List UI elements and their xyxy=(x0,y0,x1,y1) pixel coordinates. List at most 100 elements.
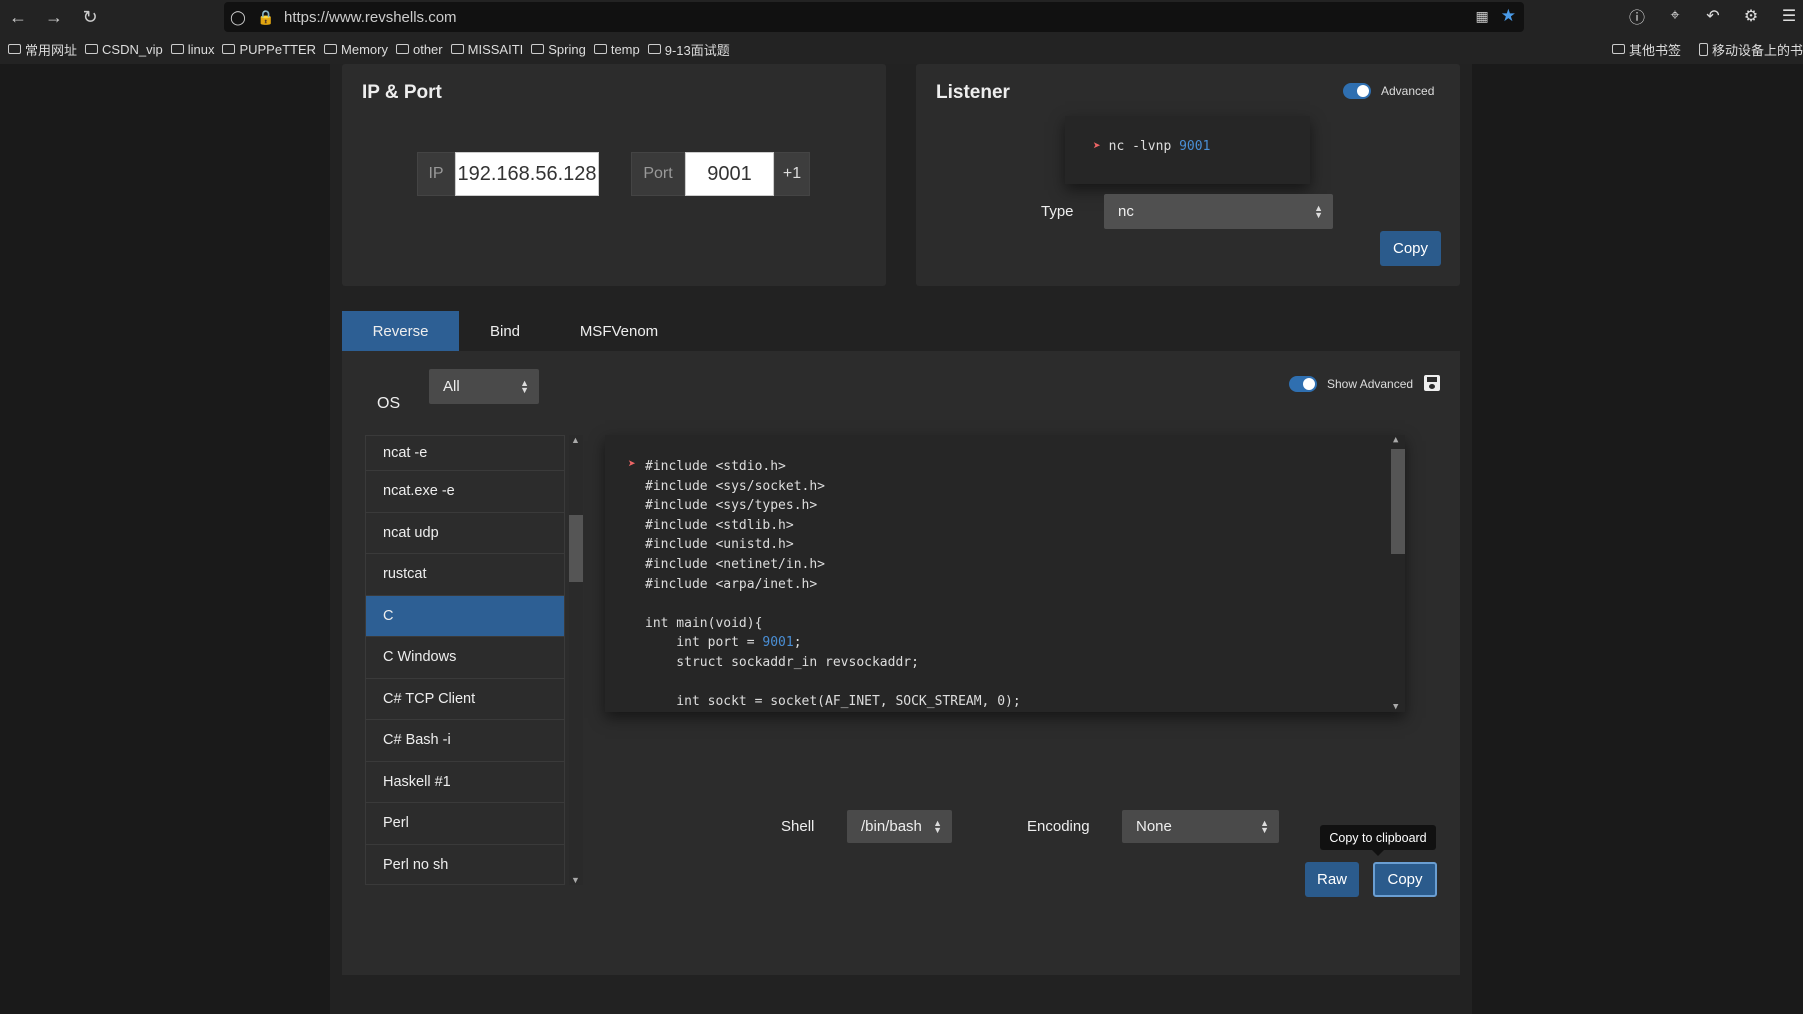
address-bar[interactable]: ◯ 🔒 https://www.revshells.com ▦ ★ xyxy=(224,2,1524,32)
list-item[interactable]: Haskell #1 xyxy=(366,761,564,803)
bookmark-folder[interactable]: linux xyxy=(170,41,215,57)
bookmark-folder[interactable]: Memory xyxy=(324,42,388,57)
port-input[interactable]: 9001 xyxy=(685,152,774,196)
code-line: #include <unistd.h> xyxy=(645,537,794,553)
chevron-updown-icon: ▲ ▼ xyxy=(520,377,529,395)
reverse-panel: OS All ▲ ▼ Show Advanced ncat -e ncat.exe… xyxy=(342,351,1460,975)
bookmark-folder[interactable]: CSDN_vip xyxy=(85,42,163,57)
tab-msfvenom[interactable]: MSFVenom xyxy=(551,311,687,351)
os-label: OS xyxy=(377,395,401,412)
bookmark-label: 常用网址 xyxy=(25,42,78,58)
bookmark-folder[interactable]: MISSAITI xyxy=(450,42,523,57)
code-line: int port = xyxy=(645,635,763,651)
bookmark-star-icon[interactable]: ★ xyxy=(1501,6,1516,26)
scroll-up-icon[interactable]: ▲ xyxy=(571,435,580,445)
tab-reverse[interactable]: Reverse xyxy=(342,311,459,351)
menu-icon[interactable]: ☰ xyxy=(1779,6,1799,26)
url-text[interactable]: https://www.revshells.com xyxy=(284,9,457,26)
listener-copy-button[interactable]: Copy xyxy=(1380,231,1441,266)
back-icon[interactable]: ← xyxy=(0,0,36,34)
scroll-up-icon[interactable]: ▲ xyxy=(1393,435,1398,445)
os-select[interactable]: All ▲ ▼ xyxy=(429,369,539,404)
bookmark-folder[interactable]: PUPPeTTER xyxy=(222,42,316,57)
undo-icon[interactable]: ↶ xyxy=(1703,6,1723,26)
code-scroll-thumb[interactable] xyxy=(1391,449,1405,554)
port-input-group: Port 9001 +1 xyxy=(631,152,810,196)
ip-input[interactable]: 192.168.56.128 xyxy=(455,152,599,196)
list-scrollbar[interactable]: ▲ ▼ xyxy=(569,435,583,885)
raw-button[interactable]: Raw xyxy=(1305,862,1359,897)
shell-label: Shell xyxy=(781,818,815,835)
show-advanced-toggle[interactable] xyxy=(1289,376,1317,392)
shell-select[interactable]: /bin/bash ▲ ▼ xyxy=(847,810,952,843)
code-line: #include <stdio.h> xyxy=(645,459,786,474)
ip-input-group: IP 192.168.56.128 xyxy=(417,152,599,196)
bookmark-folder[interactable]: other xyxy=(395,41,443,57)
listener-command[interactable]: nc -lvnp xyxy=(1109,139,1179,154)
list-item[interactable]: ncat.exe -e xyxy=(366,471,564,513)
crop-icon[interactable]: ⌖ xyxy=(1665,7,1685,25)
advanced-toggle[interactable] xyxy=(1343,83,1371,99)
save-icon[interactable] xyxy=(1424,375,1440,391)
chevron-updown-icon: ▲ ▼ xyxy=(1314,202,1323,220)
browser-toolbar: ← → ↻ ◯ 🔒 https://www.revshells.com ▦ ★ … xyxy=(0,0,1803,34)
bookmark-folder[interactable]: Spring xyxy=(531,42,586,57)
ip-port-title: IP & Port xyxy=(362,82,442,103)
list-item-selected[interactable]: C xyxy=(366,595,564,637)
listener-type-select[interactable]: nc ▲ ▼ xyxy=(1104,194,1333,229)
listener-card: Listener Advanced ➤ nc -lvnp 9001 Type n… xyxy=(916,64,1460,286)
folder-icon xyxy=(85,44,99,54)
list-item[interactable]: ncat -e xyxy=(366,436,564,471)
tab-bind[interactable]: Bind xyxy=(459,311,551,351)
code-line: #include <netinet/in.h> xyxy=(645,556,826,572)
scroll-down-icon[interactable]: ▼ xyxy=(571,875,580,885)
list-item[interactable]: C# Bash -i xyxy=(366,720,564,762)
bookmark-label: temp xyxy=(610,41,640,57)
list-item[interactable]: C Windows xyxy=(366,637,564,679)
code-line: int main(void){ xyxy=(645,615,763,631)
bookmark-folder[interactable]: temp xyxy=(593,41,640,57)
forward-icon[interactable]: → xyxy=(36,0,72,34)
bookmarks-bar: 常用网址 CSDN_vip linux PUPPeTTER Memory oth… xyxy=(0,34,1803,64)
chevron-updown-icon: ▲ ▼ xyxy=(933,817,942,835)
list-item[interactable]: rustcat xyxy=(366,554,564,596)
ip-port-card: IP & Port IP 192.168.56.128 Port 9001 +1 xyxy=(342,64,886,286)
mobile-bookmarks[interactable]: 移动设备上的书 xyxy=(1698,40,1803,59)
bookmark-label: Spring xyxy=(548,41,586,57)
code-line: #include <sys/types.h> xyxy=(645,498,818,514)
bookmark-label: 9-13面试题 xyxy=(664,42,730,58)
folder-icon xyxy=(593,44,607,54)
folder-icon xyxy=(647,44,661,54)
folder-icon xyxy=(170,44,184,54)
phone-icon xyxy=(1698,42,1708,56)
code-port: 9001 xyxy=(762,635,794,651)
encoding-select[interactable]: None ▲ ▼ xyxy=(1122,810,1279,843)
bookmark-folder[interactable]: 常用网址 xyxy=(8,40,77,59)
info-icon[interactable]: ⓘ xyxy=(1627,4,1647,28)
os-value: All xyxy=(443,378,460,395)
list-item[interactable]: ncat udp xyxy=(366,512,564,554)
list-item[interactable]: Perl xyxy=(366,803,564,845)
increment-port-button[interactable]: +1 xyxy=(774,152,810,196)
list-item[interactable]: C# TCP Client xyxy=(366,678,564,720)
bookmark-label: CSDN_vip xyxy=(102,41,163,57)
code-scrollbar[interactable]: ▲ ▼ xyxy=(1391,435,1405,712)
payload-copy-button[interactable]: Copy xyxy=(1373,862,1437,897)
extension-icon[interactable]: ⚙ xyxy=(1741,6,1761,26)
listener-title: Listener xyxy=(936,82,1010,103)
qr-code-icon[interactable]: ▦ xyxy=(1476,8,1489,25)
ip-label: IP xyxy=(417,152,455,196)
shield-icon: ◯ xyxy=(230,8,246,25)
reload-icon[interactable]: ↻ xyxy=(72,0,108,34)
payload-code[interactable]: #include <stdio.h> #include <sys/socket.… xyxy=(645,457,1021,712)
list-scroll-thumb[interactable] xyxy=(569,515,583,582)
scroll-down-icon[interactable]: ▼ xyxy=(1393,702,1398,712)
other-bookmarks[interactable]: 其他书签 xyxy=(1611,40,1681,59)
chevron-updown-icon: ▲ ▼ xyxy=(1260,817,1269,835)
listener-type-value: nc xyxy=(1118,203,1134,220)
bookmark-label: other xyxy=(412,41,443,57)
bookmark-label: linux xyxy=(187,41,215,57)
list-item[interactable]: Perl no sh xyxy=(366,844,564,884)
folder-icon xyxy=(8,44,21,54)
bookmark-folder[interactable]: 9-13面试题 xyxy=(647,40,730,59)
